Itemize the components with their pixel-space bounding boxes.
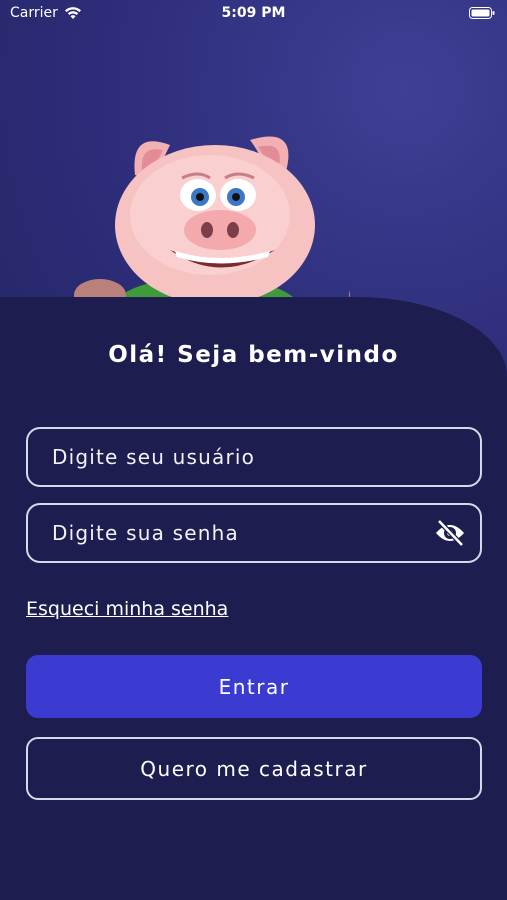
login-screen: Carrier 5:09 PM Olá! Seja bem-vindo Digi…	[0, 0, 507, 900]
pig-mascot-icon	[74, 136, 350, 310]
username-field[interactable]: Digite seu usuário	[26, 427, 482, 487]
login-button[interactable]: Entrar	[26, 655, 482, 718]
username-placeholder: Digite seu usuário	[52, 445, 256, 469]
status-bar: Carrier 5:09 PM	[0, 0, 507, 30]
login-card: Olá! Seja bem-vindo Digite seu usuário D…	[0, 297, 507, 900]
password-field[interactable]: Digite sua senha	[26, 503, 482, 563]
eye-off-icon[interactable]	[434, 519, 466, 547]
forgot-password-link[interactable]: Esqueci minha senha	[26, 598, 228, 620]
password-placeholder: Digite sua senha	[52, 521, 239, 545]
battery-icon	[469, 7, 495, 19]
clock: 5:09 PM	[221, 5, 286, 21]
register-button[interactable]: Quero me cadastrar	[26, 737, 482, 800]
greeting-title: Olá! Seja bem-vindo	[108, 342, 399, 368]
